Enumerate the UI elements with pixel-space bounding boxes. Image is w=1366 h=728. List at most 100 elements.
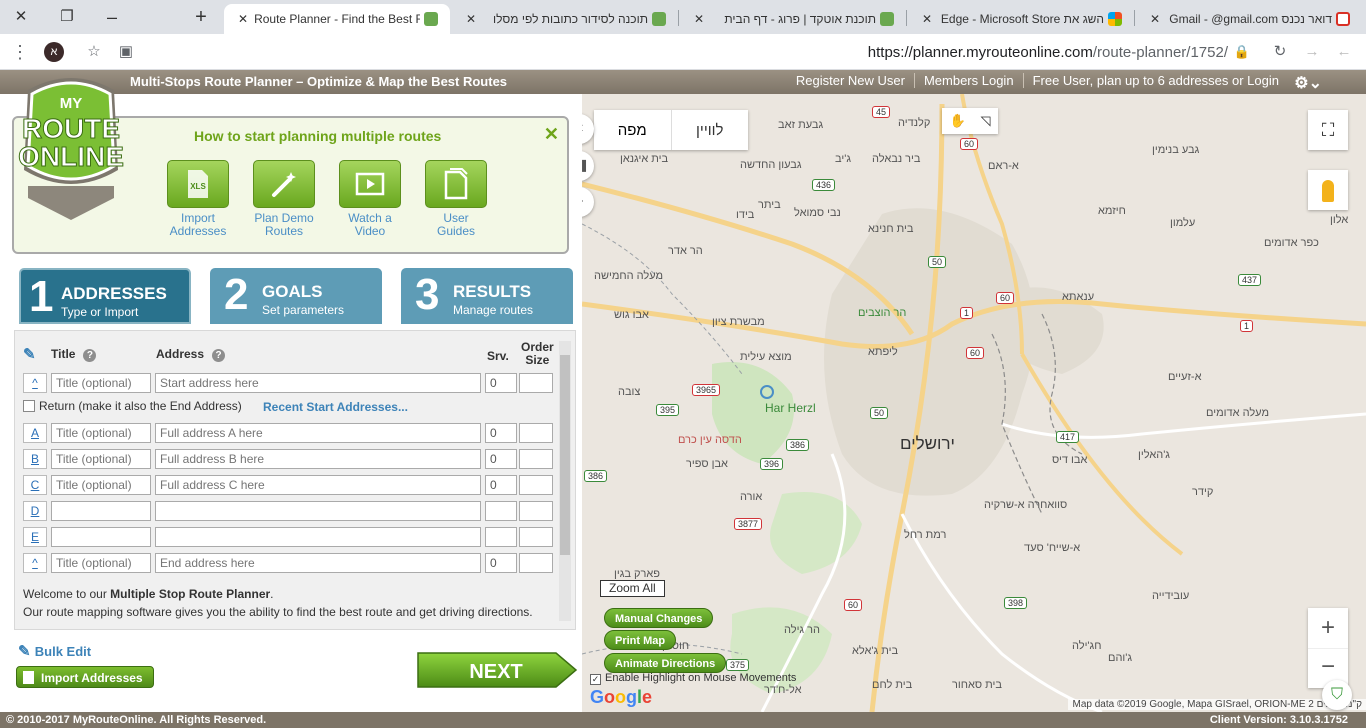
srv-input[interactable] (485, 373, 517, 393)
row-letter[interactable]: D (23, 501, 47, 521)
import-addresses-button[interactable]: Import Addresses (16, 666, 154, 688)
srv-input[interactable] (485, 527, 517, 547)
highlight-option: ✓ Enable Highlight on Mouse Movements (590, 672, 797, 685)
row-letter[interactable]: B (23, 449, 47, 469)
logo-text-my: MY (60, 95, 83, 112)
tab-gmail[interactable]: ✕ דואר נכנס Gmail - @gmail.com (1136, 4, 1362, 34)
order-size-input[interactable] (519, 553, 553, 573)
start-address-input[interactable] (155, 373, 481, 393)
edit-icon[interactable]: ✎ (23, 345, 36, 363)
user-guides-button[interactable]: User Guides (423, 160, 489, 238)
end-address-input[interactable] (155, 553, 481, 573)
srv-input[interactable] (485, 423, 517, 443)
tab-addresses[interactable]: 1 ADDRESSES Type or Import (19, 268, 191, 324)
bulk-edit-link[interactable]: ✎ Bulk Edit (18, 642, 91, 660)
address-d-input[interactable] (155, 501, 481, 521)
minimize-window-icon[interactable]: – (101, 6, 123, 28)
row-letter[interactable]: ^ (23, 553, 47, 573)
back-icon[interactable]: ← (1334, 42, 1354, 62)
row-letter[interactable]: A (23, 423, 47, 443)
reload-icon[interactable]: ↻ (1270, 42, 1290, 62)
watch-video-button[interactable]: Watch a Video (337, 160, 403, 238)
row-letter[interactable]: C (23, 475, 47, 495)
manual-changes-button[interactable]: Manual Changes (604, 608, 714, 628)
order-size-input[interactable] (519, 373, 553, 393)
register-link[interactable]: Register New User (787, 73, 914, 88)
close-tab-icon[interactable]: ✕ (238, 12, 248, 26)
close-tab-icon[interactable]: ✕ (1150, 12, 1160, 26)
animate-directions-button[interactable]: Animate Directions (604, 653, 727, 673)
myrouteonline-logo[interactable]: MY ROUTE ONLINE (14, 70, 128, 222)
address-c-input[interactable] (155, 475, 481, 495)
title-input[interactable] (51, 423, 151, 443)
srv-input[interactable] (485, 449, 517, 469)
city-label-jerusalem: ירושלים (900, 434, 955, 453)
title-input[interactable] (51, 449, 151, 469)
address-e-input[interactable] (155, 527, 481, 547)
copyright-text: © 2010-2017 MyRouteOnline. All Rights Re… (6, 714, 267, 726)
free-user-link[interactable]: Free User, plan up to 6 addresses or Log… (1022, 73, 1288, 88)
help-icon[interactable]: ? (83, 349, 97, 362)
tab-goals[interactable]: 2 GOALS Set parameters (210, 268, 382, 324)
close-icon[interactable]: ✕ (544, 124, 559, 145)
zoom-all-button[interactable]: Zoom All (600, 580, 665, 597)
order-size-input[interactable] (519, 527, 553, 547)
tab-route-planner[interactable]: ✕ Route Planner - Find the Best F (224, 4, 450, 34)
address-b-input[interactable] (155, 449, 481, 469)
recent-start-addresses-link[interactable]: Recent Start Addresses... (263, 400, 408, 414)
order-size-input[interactable] (519, 449, 553, 469)
help-icon[interactable]: ? (212, 349, 226, 362)
fullscreen-icon[interactable]: ⛶ (1308, 110, 1348, 150)
scrollbar-thumb[interactable] (560, 355, 570, 555)
map-type-satellite[interactable]: לוויין (672, 110, 749, 150)
title-input[interactable] (51, 373, 151, 393)
address-a-input[interactable] (155, 423, 481, 443)
avatar[interactable]: א (44, 42, 64, 62)
tab-address-sorting[interactable]: ✕ תוכנה לסידור כתובות לפי מסלו (452, 4, 678, 34)
plan-demo-routes-button[interactable]: Plan Demo Routes (251, 160, 317, 238)
close-tab-icon[interactable]: ✕ (466, 12, 476, 26)
tab-autocad[interactable]: ✕ תוכנת אוטקד | פרוג - דף הבית (680, 4, 906, 34)
srv-input[interactable] (485, 501, 517, 521)
return-checkbox[interactable] (23, 400, 35, 412)
row-letter[interactable]: E (23, 527, 47, 547)
order-size-input[interactable] (519, 501, 553, 521)
road-shield: 60 (966, 347, 985, 359)
zoom-in-icon[interactable]: + (1308, 608, 1348, 648)
map-type-map[interactable]: מפה (594, 110, 672, 150)
tab-edge-store[interactable]: ✕ השג את Edge - Microsoft Store (908, 4, 1134, 34)
print-map-button[interactable]: Print Map (604, 630, 677, 650)
place-label: גבעת זאב (778, 119, 824, 131)
row-letter[interactable]: ^ (23, 373, 47, 393)
map-view[interactable]: קלנדיה גבעת זאב ג'יב ביר נבאלה א-ראם גבע… (582, 94, 1366, 712)
address-bar[interactable]: https://planner.myrouteonline.com/route-… (868, 44, 1228, 61)
street-view-icon[interactable] (1308, 170, 1348, 210)
gear-icon[interactable]: ⚙⌄ (1294, 73, 1322, 93)
next-button[interactable]: NEXT (416, 650, 578, 690)
restore-window-icon[interactable]: ❐ (56, 6, 78, 28)
srv-input[interactable] (485, 475, 517, 495)
star-icon[interactable]: ☆ (84, 42, 104, 62)
tab-results[interactable]: 3 RESULTS Manage routes (401, 268, 573, 324)
hand-icon[interactable]: ✋ (949, 113, 965, 129)
close-tab-icon[interactable]: ✕ (694, 12, 704, 26)
order-size-input[interactable] (519, 475, 553, 495)
new-tab-icon[interactable]: + (190, 6, 212, 28)
title-input[interactable] (51, 527, 151, 547)
members-login-link[interactable]: Members Login (913, 73, 1023, 88)
close-window-icon[interactable]: ✕ (10, 6, 32, 28)
srv-input[interactable] (485, 553, 517, 573)
shield-icon[interactable]: ⛉ (1322, 680, 1352, 710)
order-size-input[interactable] (519, 423, 553, 443)
forward-icon[interactable]: → (1302, 42, 1322, 62)
highlight-checkbox[interactable]: ✓ (590, 674, 601, 685)
title-input[interactable] (51, 553, 151, 573)
import-addresses-guide-button[interactable]: XLS Import Addresses (165, 160, 231, 238)
form-scrollbar[interactable] (559, 341, 571, 621)
close-tab-icon[interactable]: ✕ (922, 12, 932, 26)
menu-dots-icon[interactable]: ⋮ (10, 42, 30, 62)
title-input[interactable] (51, 475, 151, 495)
title-input[interactable] (51, 501, 151, 521)
extension-icon[interactable]: ▣ (116, 42, 136, 62)
polygon-icon[interactable]: ◹ (981, 113, 991, 129)
